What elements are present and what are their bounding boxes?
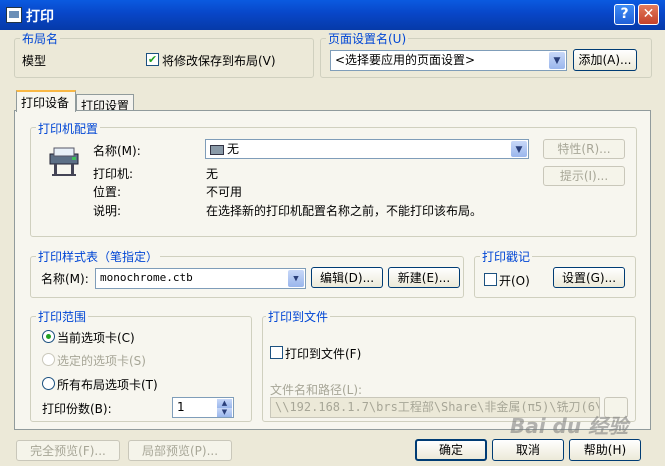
- plot-style-value: monochrome.ctb: [100, 271, 193, 284]
- help-icon[interactable]: ?: [614, 4, 635, 25]
- plot-stamp-on-label[interactable]: 开(O): [499, 272, 530, 289]
- copies-value: 1: [177, 400, 185, 414]
- ok-button[interactable]: 确定: [415, 439, 487, 461]
- plot-to-file-label[interactable]: 打印到文件(F): [285, 345, 361, 362]
- all-layout-tabs-label[interactable]: 所有布局选项卡(T): [57, 376, 158, 393]
- spin-up-icon[interactable]: ▲: [217, 399, 232, 408]
- printer-config-legend: 打印机配置: [36, 120, 101, 137]
- new-plot-style-button[interactable]: 新建(E)...: [388, 267, 460, 288]
- watermark: Bai du 经验: [510, 414, 629, 438]
- location-value: 不可用: [206, 185, 243, 199]
- edit-plot-style-button[interactable]: 编辑(D)...: [311, 267, 383, 288]
- current-tab-radio[interactable]: [42, 330, 55, 343]
- chevron-down-icon[interactable]: ▼: [549, 52, 565, 69]
- save-to-layout-label[interactable]: 将修改保存到布局(V): [162, 52, 276, 69]
- printer-label: 打印机:: [93, 167, 134, 181]
- plot-style-select[interactable]: monochrome.ctb ▼: [95, 268, 306, 289]
- title-bar: [0, 0, 665, 30]
- plot-to-file-checkbox[interactable]: [270, 346, 283, 359]
- copies-stepper[interactable]: 1 ▲ ▼: [172, 397, 234, 418]
- chevron-down-icon[interactable]: ▼: [288, 270, 304, 287]
- hints-button[interactable]: 提示(I)...: [543, 166, 625, 186]
- plot-stamp-settings-button[interactable]: 设置(G)...: [553, 267, 625, 288]
- file-path-label: 文件名和路径(L):: [270, 383, 363, 397]
- printer-app-icon: [6, 7, 22, 23]
- plot-style-legend: 打印样式表（笔指定）: [36, 248, 161, 265]
- chevron-down-icon[interactable]: ▼: [511, 141, 527, 157]
- selected-tabs-radio[interactable]: [42, 353, 55, 366]
- plot-stamp-legend: 打印戳记: [480, 248, 533, 265]
- layout-name-legend: 布局名: [20, 30, 61, 47]
- all-layout-tabs-radio[interactable]: [42, 377, 55, 390]
- properties-button[interactable]: 特性(R)...: [543, 139, 625, 159]
- close-icon[interactable]: ✕: [638, 4, 659, 25]
- printer-name-label: 名称(M):: [93, 144, 141, 158]
- plot-stamp-on-checkbox[interactable]: [484, 273, 497, 286]
- plot-style-name-label: 名称(M):: [41, 272, 89, 286]
- page-setup-select-value: <选择要应用的页面设置>: [335, 53, 476, 67]
- plot-to-file-legend: 打印到文件: [266, 308, 331, 325]
- description-label: 说明:: [93, 204, 122, 218]
- add-page-setup-button[interactable]: 添加(A)...: [573, 49, 637, 71]
- copies-label: 打印份数(B):: [42, 402, 112, 416]
- location-label: 位置:: [93, 185, 122, 199]
- tab-print-device[interactable]: 打印设备: [16, 90, 76, 112]
- plotter-icon: [49, 147, 79, 176]
- plot-range-legend: 打印范围: [36, 308, 89, 325]
- page-setup-select[interactable]: <选择要应用的页面设置> ▼: [330, 50, 567, 71]
- printer-small-icon: [210, 144, 224, 155]
- partial-preview-button[interactable]: 局部预览(P)...: [128, 440, 232, 461]
- description-value: 在选择新的打印机配置名称之前，不能打印该布局。: [206, 204, 483, 218]
- printer-name-select[interactable]: 无 ▼: [205, 139, 529, 159]
- save-to-layout-checkbox[interactable]: ✔: [146, 53, 159, 66]
- page-setup-legend: 页面设置名(U): [326, 30, 409, 47]
- printer-value: 无: [206, 167, 219, 181]
- printer-name-value: 无: [227, 142, 240, 156]
- window-title: 打印: [26, 9, 54, 25]
- full-preview-button[interactable]: 完全预览(F)...: [16, 440, 120, 461]
- layout-name-value: 模型: [22, 54, 47, 68]
- spin-down-icon[interactable]: ▼: [217, 408, 232, 417]
- cancel-button[interactable]: 取消: [492, 439, 564, 461]
- selected-tabs-label[interactable]: 选定的选项卡(S): [57, 352, 146, 369]
- help-button[interactable]: 帮助(H): [569, 439, 641, 461]
- current-tab-label[interactable]: 当前选项卡(C): [57, 329, 135, 346]
